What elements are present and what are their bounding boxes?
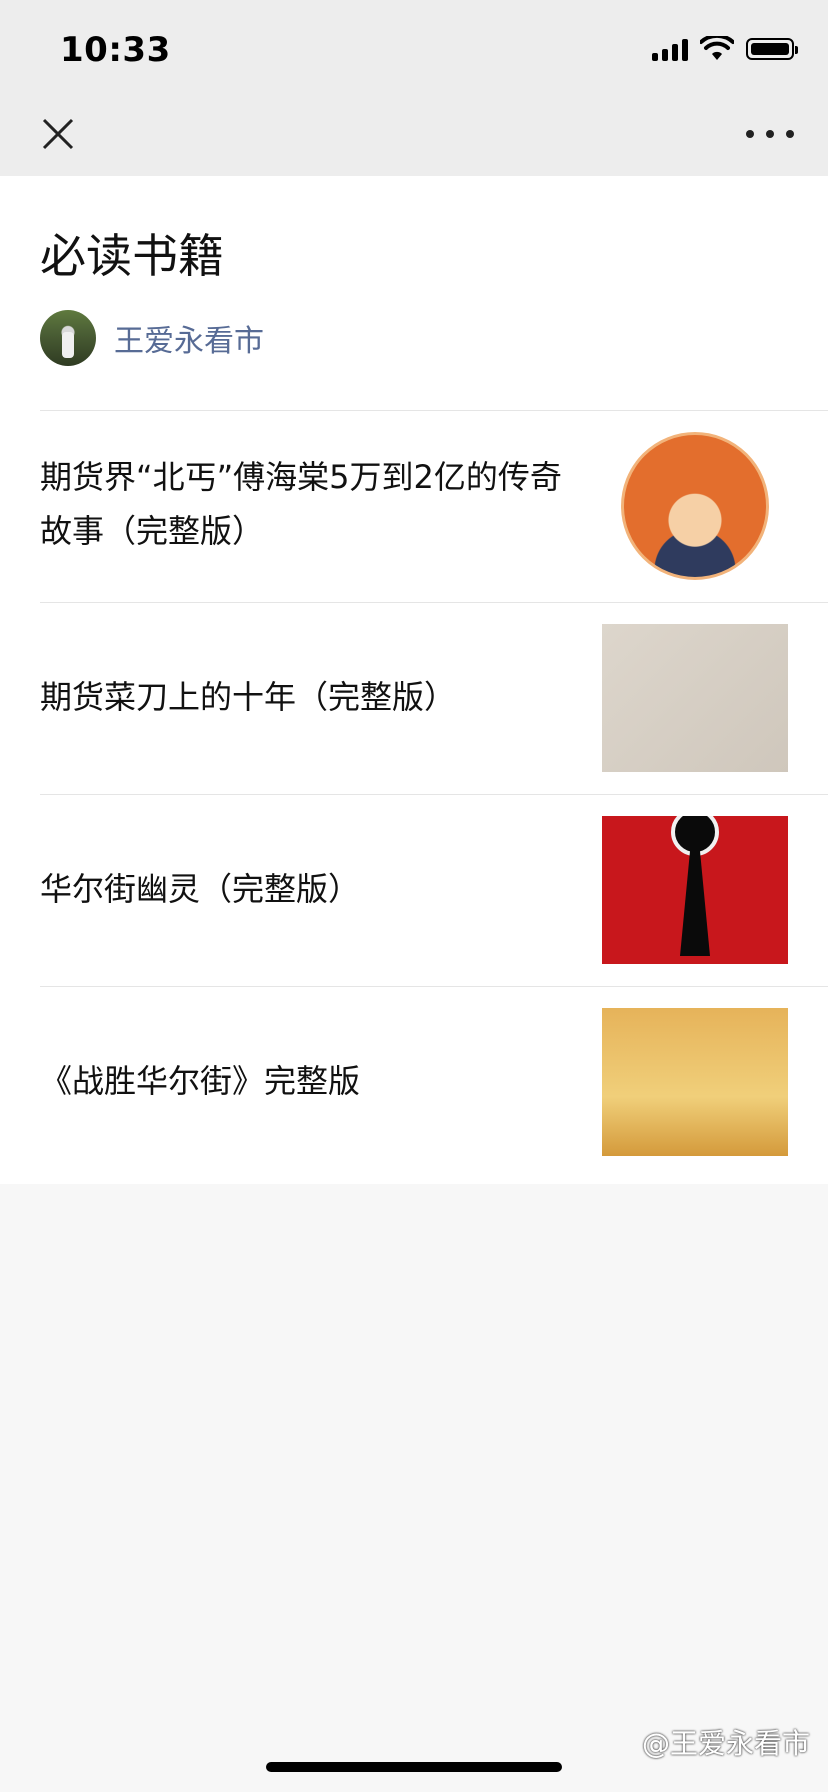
- status-icons: [652, 34, 798, 64]
- status-time: 10:33: [60, 30, 171, 70]
- more-icon-dot: [786, 130, 794, 138]
- more-icon-dot: [766, 130, 774, 138]
- list-item-title[interactable]: 华尔街幽灵（完整版）: [40, 862, 580, 916]
- watermark: @王爱永看市: [641, 1727, 810, 1760]
- status-bar: 10:33: [0, 0, 828, 100]
- battery-icon: [746, 38, 798, 60]
- close-icon: [42, 118, 74, 150]
- book-cover-thumbnail[interactable]: [602, 624, 788, 772]
- top-area: 10:33: [0, 0, 828, 176]
- keyhole-graphic: [680, 846, 710, 956]
- book-cover-thumbnail[interactable]: [602, 432, 788, 580]
- list-item[interactable]: 期货菜刀上的十年（完整版）: [0, 602, 828, 794]
- nav-bar: [0, 100, 828, 176]
- list-item[interactable]: 期货界“北丐”傅海棠5万到2亿的传奇故事（完整版）: [0, 410, 828, 602]
- more-options-button[interactable]: [746, 120, 794, 148]
- book-cover-image: [621, 432, 769, 580]
- list-item[interactable]: 《战胜华尔街》完整版: [0, 986, 828, 1178]
- author-row[interactable]: 王爱永看市: [40, 310, 264, 366]
- close-button[interactable]: [36, 112, 80, 156]
- list-item-title[interactable]: 期货界“北丐”傅海棠5万到2亿的传奇故事（完整版）: [40, 450, 580, 558]
- list-item-title[interactable]: 《战胜华尔街》完整版: [40, 1054, 580, 1108]
- cellular-signal-icon: [652, 37, 688, 61]
- more-icon-dot: [746, 130, 754, 138]
- author-name-link[interactable]: 王爱永看市: [114, 316, 264, 360]
- list-item-title[interactable]: 期货菜刀上的十年（完整版）: [40, 670, 580, 724]
- collection-card: 必读书籍 王爱永看市 期货界“北丐”傅海棠5万到2亿的传奇故事（完整版） 期货菜…: [0, 176, 828, 1184]
- avatar[interactable]: [40, 310, 96, 366]
- page-title: 必读书籍: [40, 229, 224, 283]
- list-item[interactable]: 华尔街幽灵（完整版）: [0, 794, 828, 986]
- wifi-icon: [700, 36, 734, 60]
- book-cover-thumbnail[interactable]: [602, 816, 788, 964]
- home-indicator: [266, 1762, 562, 1772]
- book-cover-thumbnail[interactable]: [602, 1008, 788, 1156]
